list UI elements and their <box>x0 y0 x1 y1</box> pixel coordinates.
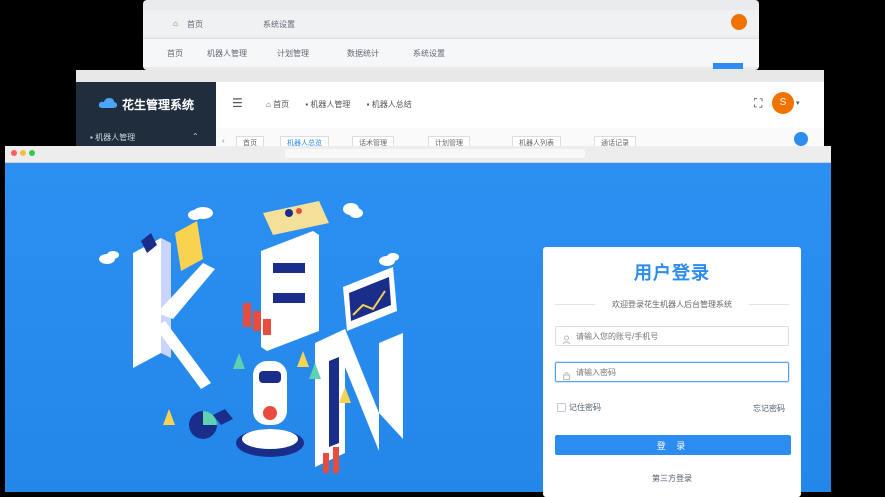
home-icon: ⌂ <box>266 100 271 109</box>
breadcrumb-item[interactable]: 首页 <box>273 100 289 109</box>
avatar[interactable]: S <box>772 92 794 114</box>
chevron-up-icon: ⌃ <box>192 132 199 141</box>
menu-toggle-icon[interactable]: ☰ <box>232 96 243 110</box>
fullscreen-icon[interactable]: ⛶ <box>754 96 762 111</box>
robot-icon: ▪ <box>305 100 309 109</box>
forgot-password-link[interactable]: 忘记密码 <box>753 403 785 414</box>
letter-k <box>133 221 215 389</box>
back-tab[interactable]: 计划管理 <box>277 48 309 59</box>
back-window-tags: 首页 机器人管理 计划管理 数据统计 系统设置 <box>143 38 759 69</box>
back-window-header: ⌂ 首页 系统设置 <box>143 10 759 36</box>
window-titlebar <box>76 70 824 82</box>
lock-icon <box>562 367 571 380</box>
login-button[interactable]: 登 录 <box>555 435 791 455</box>
third-party-login-link[interactable]: 第三方登录 <box>543 473 801 484</box>
robot-figure <box>236 361 304 457</box>
cloud-logo-icon <box>98 96 118 108</box>
browser-chrome <box>5 146 831 163</box>
close-others-icon[interactable] <box>794 132 808 146</box>
close-window-icon[interactable] <box>11 150 17 156</box>
username-field[interactable] <box>555 326 789 346</box>
header: ☰ ⌂ 首页 ▪ 机器人管理 ▪ 机器人总结 ⛶ S ▾ <box>216 82 824 129</box>
divider <box>749 304 789 305</box>
robot-icon: ▪ <box>366 100 370 109</box>
login-card: 用户登录 欢迎登录花生机器人后台管理系统 记住密码 忘记密码 登 录 第三方登录 <box>543 247 801 497</box>
back-tab[interactable]: 首页 <box>167 48 183 59</box>
isometric-city-illustration <box>99 201 403 473</box>
breadcrumb-item[interactable]: 机器人总结 <box>372 100 412 109</box>
logo-text: 花生管理系统 <box>122 98 195 112</box>
password-input[interactable] <box>576 363 776 381</box>
remember-label[interactable]: 记住密码 <box>569 402 601 413</box>
minimize-window-icon[interactable] <box>20 150 26 156</box>
breadcrumb-system[interactable]: 系统设置 <box>263 19 295 30</box>
remember-checkbox[interactable] <box>557 403 566 412</box>
password-field[interactable] <box>555 362 789 382</box>
letter-e <box>261 201 329 351</box>
avatar[interactable] <box>731 14 747 30</box>
user-icon <box>562 331 571 345</box>
back-tab[interactable]: 机器人管理 <box>207 48 247 59</box>
maximize-window-icon[interactable] <box>29 150 35 156</box>
pie-chart-prop <box>189 409 233 439</box>
login-page: 用户登录 欢迎登录花生机器人后台管理系统 记住密码 忘记密码 登 录 第三方登录 <box>5 163 831 497</box>
sidebar-item-robot[interactable]: ▪ 机器人管理 <box>90 132 135 143</box>
breadcrumb-item[interactable]: 机器人管理 <box>310 100 350 109</box>
breadcrumb-home[interactable]: 首页 <box>187 19 203 30</box>
chart-board <box>343 267 397 331</box>
arrow-left-icon[interactable]: ‹ <box>222 136 225 145</box>
sidebar-item-label: 机器人管理 <box>95 133 136 142</box>
home-icon: ⌂ <box>173 19 178 28</box>
caret-down-icon[interactable]: ▾ <box>796 99 800 107</box>
back-accent-strip <box>713 63 743 69</box>
back-tab[interactable]: 数据统计 <box>347 48 379 59</box>
address-bar[interactable] <box>285 149 585 158</box>
login-window: 用户登录 欢迎登录花生机器人后台管理系统 记住密码 忘记密码 登 录 第三方登录 <box>5 146 831 497</box>
login-title: 用户登录 <box>634 263 710 283</box>
username-input[interactable] <box>576 327 776 345</box>
back-tab[interactable]: 系统设置 <box>413 48 445 59</box>
robot-icon: ▪ <box>90 133 93 142</box>
breadcrumb: ⌂ 首页 ▪ 机器人管理 ▪ 机器人总结 <box>266 99 412 110</box>
background-window-1: ⌂ 首页 系统设置 首页 机器人管理 计划管理 数据统计 系统设置 <box>143 0 759 70</box>
letter-n <box>315 329 403 467</box>
